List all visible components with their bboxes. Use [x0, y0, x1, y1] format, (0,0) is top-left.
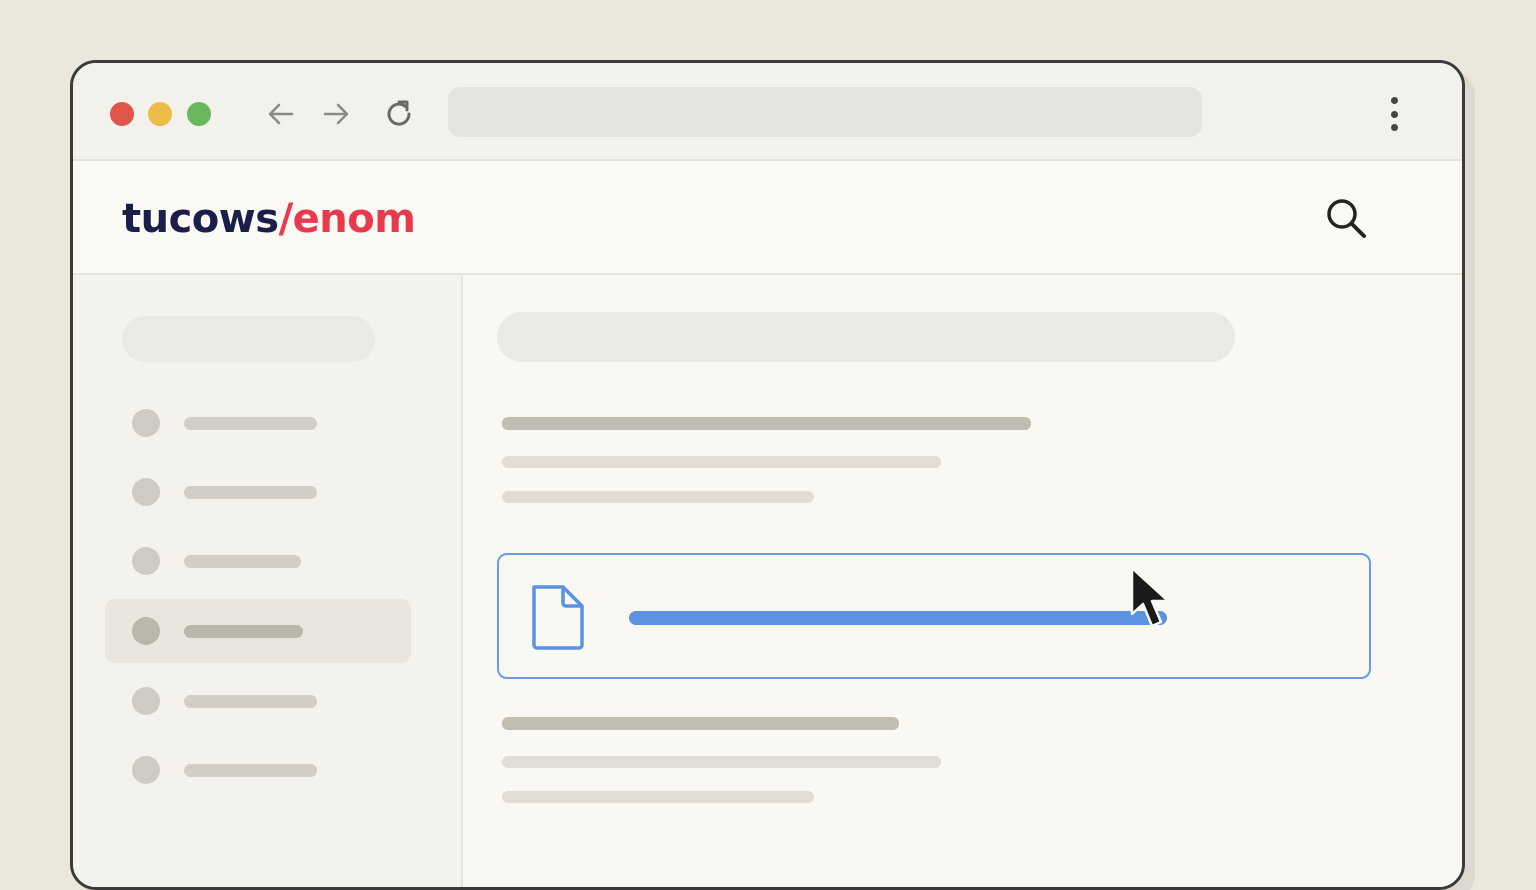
site-logo[interactable]: tucows/enom [122, 195, 416, 243]
minimize-window-button[interactable] [148, 102, 172, 126]
reload-icon [387, 100, 411, 126]
browser-window: tucows/enom [70, 60, 1465, 890]
sidebar-item-icon [132, 409, 160, 437]
logo-part-tucows: tucows [122, 196, 279, 242]
file-row-highlighted[interactable] [497, 553, 1371, 679]
sidebar-item[interactable] [105, 391, 411, 455]
address-bar[interactable] [448, 87, 1202, 137]
site-header: tucows/enom [73, 161, 1462, 275]
sidebar-item[interactable] [105, 529, 411, 593]
browser-menu-button[interactable] [1384, 95, 1404, 133]
close-window-button[interactable] [110, 102, 134, 126]
sidebar-item-label [184, 764, 317, 777]
sidebar-item[interactable] [105, 738, 411, 802]
mouse-pointer-icon [1128, 566, 1178, 638]
kebab-menu-icon [1390, 97, 1398, 104]
sidebar-item[interactable] [105, 669, 411, 733]
back-button[interactable] [262, 95, 300, 133]
kebab-dot [1390, 110, 1398, 118]
sidebar-search-placeholder[interactable] [122, 316, 375, 362]
sidebar-item-label [184, 625, 303, 638]
reload-button[interactable] [380, 95, 418, 133]
search-button[interactable] [1322, 194, 1370, 242]
text-line-placeholder [502, 791, 814, 803]
text-line-placeholder [502, 756, 941, 768]
sidebar-item-label [184, 486, 317, 499]
arrow-right-icon [323, 103, 349, 125]
sidebar-item-label [184, 555, 301, 568]
heading-placeholder [502, 417, 1031, 430]
document-icon [529, 583, 589, 651]
search-icon [1327, 199, 1366, 238]
text-line-placeholder [502, 456, 941, 468]
sidebar-item-icon [132, 547, 160, 575]
forward-button[interactable] [317, 95, 355, 133]
sidebar [73, 275, 463, 887]
logo-separator: / [278, 196, 294, 242]
file-name-placeholder [629, 611, 1167, 625]
main-content [463, 275, 1462, 887]
sidebar-item-icon [132, 687, 160, 715]
sidebar-item[interactable] [105, 460, 411, 524]
logo-part-enom: enom [292, 196, 416, 242]
heading-placeholder [502, 717, 899, 730]
browser-titlebar [73, 63, 1462, 161]
sidebar-item-active[interactable] [105, 599, 411, 663]
page-title-placeholder [497, 312, 1235, 362]
sidebar-item-label [184, 695, 317, 708]
maximize-window-button[interactable] [187, 102, 211, 126]
sidebar-item-icon [132, 617, 160, 645]
sidebar-item-label [184, 417, 317, 430]
text-line-placeholder [502, 491, 814, 503]
arrow-left-icon [268, 103, 294, 125]
sidebar-item-icon [132, 478, 160, 506]
kebab-dot [1390, 124, 1398, 131]
sidebar-item-icon [132, 756, 160, 784]
